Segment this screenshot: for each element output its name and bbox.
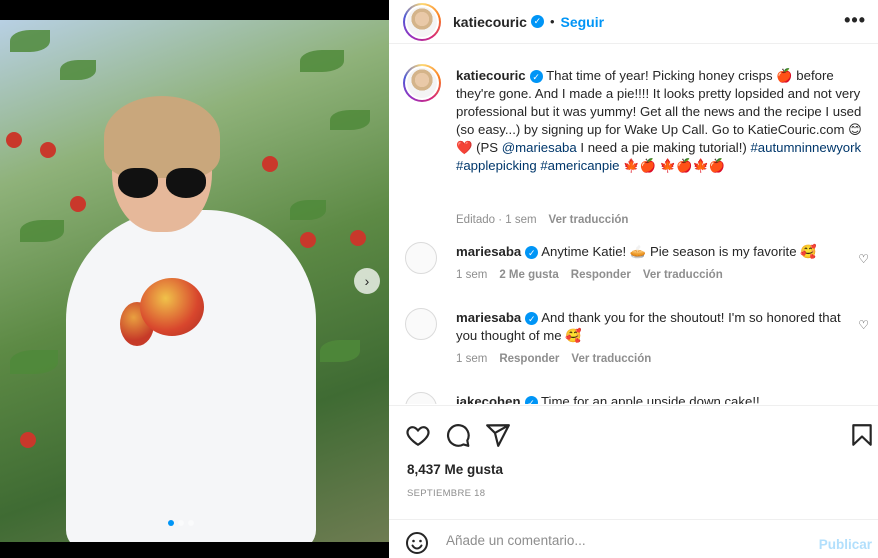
verified-icon: ✓ [525,246,539,260]
post-panel: katiecouric ✓ • Seguir ••• katiecouric ✓ … [389,0,878,558]
comment-meta: 1 sem 2 Me gusta Responder Ver traducció… [456,269,723,281]
post-date[interactable]: SEPTIEMBRE 18 [407,488,485,499]
separator-dot: • [549,14,555,29]
add-comment-bar: Publicar [389,519,878,558]
carousel-dot [168,520,174,526]
like-comment-icon[interactable]: ♡ [858,318,869,332]
emoji-icon[interactable] [405,531,429,555]
commenter-avatar[interactable] [405,392,437,404]
comment-likes[interactable]: 2 Me gusta [499,269,558,281]
next-slide-button[interactable]: › [354,268,380,294]
comment-body: Anytime Katie! 🥧 Pie season is my favori… [541,244,817,259]
carousel-dots [168,520,194,526]
reply-button[interactable]: Responder [571,269,631,281]
commenter-username[interactable]: jakecohen [456,394,521,404]
commenter-username[interactable]: mariesaba [456,244,521,259]
comment-text: mariesaba ✓ Anytime Katie! 🥧 Pie season i… [456,243,846,261]
caption-username[interactable]: katiecouric [456,68,526,83]
verified-icon: ✓ [530,15,544,28]
sunglasses [118,168,206,198]
like-comment-icon[interactable]: ♡ [858,252,869,266]
post-header: katiecouric ✓ • Seguir ••• [389,0,878,44]
person-shirt [66,210,316,542]
caption-text: katiecouric ✓ That time of year! Picking … [456,67,866,175]
see-translation-link[interactable]: Ver traducción [571,353,651,365]
comment-body: Time for an apple upside down cake!! [540,394,760,404]
share-icon[interactable] [485,422,511,448]
caption-edited: Editado · 1 sem [456,214,537,226]
post-actions: 8,437 Me gusta SEPTIEMBRE 18 [389,405,878,519]
verified-icon: ✓ [525,312,539,326]
carousel-dot [178,520,184,526]
author-username[interactable]: katiecouric [453,14,527,30]
verified-icon: ✓ [524,396,538,404]
comment-time: 1 sem [456,353,488,365]
comment-time: 1 sem [456,269,488,281]
author-avatar[interactable] [403,2,441,41]
verified-icon: ✓ [529,70,543,84]
mention-link[interactable]: @mariesaba [502,140,577,155]
caption-meta: Editado · 1 sem Ver traducción [456,214,628,226]
comment-text: mariesaba ✓ And thank you for the shoutou… [456,309,846,345]
post-media: › [0,0,389,558]
post-comment-button[interactable]: Publicar [819,537,872,552]
see-translation-link[interactable]: Ver traducción [549,214,629,226]
comment-meta: 1 sem Responder Ver traducción [456,353,651,365]
bookmark-icon[interactable] [849,422,875,448]
heart-icon[interactable] [405,422,431,448]
caption-avatar[interactable] [403,64,441,102]
post-photo[interactable] [0,20,389,542]
comments-list[interactable]: katiecouric ✓ That time of year! Picking … [389,54,878,404]
apple [140,278,204,336]
carousel-dot [188,520,194,526]
more-options-icon[interactable]: ••• [844,10,866,31]
comment-input[interactable] [446,529,786,551]
reply-button[interactable]: Responder [499,353,559,365]
comment-text: jakecohen ✓ Time for an apple upside down… [456,393,846,404]
commenter-username[interactable]: mariesaba [456,310,521,325]
person-hair [104,96,220,178]
likes-count[interactable]: 8,437 Me gusta [407,462,503,477]
caption-body: I need a pie making tutorial!) [576,140,751,155]
caption-emojis: 🍁🍎 🍁🍎🍁🍎 [619,158,726,173]
comment-icon[interactable] [445,422,471,448]
see-translation-link[interactable]: Ver traducción [643,269,723,281]
commenter-avatar[interactable] [405,308,437,340]
follow-button[interactable]: Seguir [561,14,605,30]
commenter-avatar[interactable] [405,242,437,274]
